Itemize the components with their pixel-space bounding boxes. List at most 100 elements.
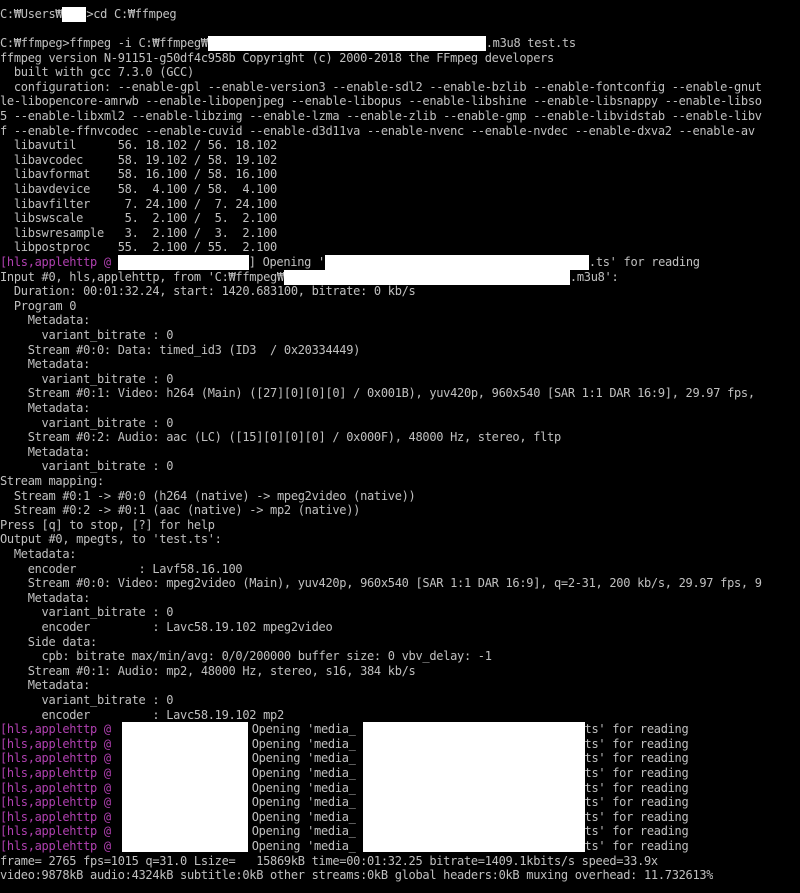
terminal-line: libavutil 56. 18.102 / 56. 18.102 xyxy=(0,138,277,152)
terminal-text: Opening 'media_ xyxy=(251,839,356,853)
terminal-line: Stream #0:2 -> #0:1 (aac (native) -> mp2… xyxy=(0,503,361,517)
terminal-line: Output #0, mpegts, to 'test.ts': xyxy=(0,532,222,546)
redacted-address-block xyxy=(122,722,248,852)
terminal-line: Stream #0:2: Audio: aac (LC) ([15][0][0]… xyxy=(0,430,561,444)
terminal-line: Stream #0:1: Audio: mp2, 48000 Hz, stere… xyxy=(0,664,416,678)
redacted-path xyxy=(207,36,486,51)
terminal-line-summary: video:9878kB audio:4324kB subtitle:0kB o… xyxy=(0,868,714,882)
terminal-line: variant_bitrate : 0 xyxy=(0,416,174,430)
terminal-line: le-libopencore-amrwb --enable-libopenjpe… xyxy=(0,94,762,108)
terminal-text: Opening 'media_ xyxy=(251,722,356,736)
terminal-text: Opening 'media_ xyxy=(251,781,356,795)
terminal-line: libswresample 3. 2.100 / 3. 2.100 xyxy=(0,226,277,240)
terminal-text: .ts' for reading xyxy=(577,795,689,809)
terminal-line: f --enable-ffnvcodec --enable-cuvid --en… xyxy=(0,124,755,138)
hls-prefix: [hls,applehttp @ xyxy=(0,722,118,736)
terminal-line: libavformat 58. 16.100 / 58. 16.100 xyxy=(0,167,277,181)
terminal-line: Side data: xyxy=(0,635,97,649)
terminal-line: Metadata: xyxy=(0,357,91,371)
terminal-text: Opening 'media_ xyxy=(251,824,356,838)
terminal-text: .ts' for reading xyxy=(577,722,689,736)
terminal-line-hls-segment: [hls,applehttp @ Opening 'media_ .ts' for… xyxy=(0,839,688,854)
terminal-text: .ts' for reading xyxy=(577,839,689,853)
hls-prefix: [hls,applehttp @ xyxy=(0,824,118,838)
terminal-text: .ts' for reading xyxy=(577,810,689,824)
terminal-text: .ts' for reading xyxy=(588,255,700,269)
terminal-text: .ts' for reading xyxy=(577,751,689,765)
terminal-line-hls-segment: [hls,applehttp @ Opening 'media_ .ts' for… xyxy=(0,781,688,796)
terminal-text: Opening 'media_ xyxy=(251,795,356,809)
terminal-line: libavcodec 58. 19.102 / 58. 19.102 xyxy=(0,153,277,167)
terminal-line: encoder : Lavc58.19.102 mpeg2video xyxy=(0,620,333,634)
terminal-line: Stream #0:1 -> #0:0 (h264 (native) -> mp… xyxy=(0,489,416,503)
terminal-line-progress: frame= 2765 fps=1015 q=31.0 Lsize= 15869… xyxy=(0,854,658,868)
terminal-line-command: C:₩ffmpeg>ffmpeg -i C:₩ffmpeg₩ .m3u8 test… xyxy=(0,36,576,51)
hls-prefix: [hls,applehttp @ xyxy=(0,839,118,853)
terminal-line: libswscale 5. 2.100 / 5. 2.100 xyxy=(0,211,277,225)
hls-prefix: [hls,applehttp @ xyxy=(0,795,118,809)
terminal-text: .ts' for reading xyxy=(577,824,689,838)
hls-prefix: [hls,applehttp @ xyxy=(0,751,118,765)
terminal-text: .ts' for reading xyxy=(577,737,689,751)
terminal-text: >cd C:₩ffmpeg xyxy=(86,7,177,21)
terminal-line-hls-segment: [hls,applehttp @ Opening 'media_ .ts' for… xyxy=(0,722,688,737)
redacted-filename-block xyxy=(363,722,585,852)
terminal-line: cpb: bitrate max/min/avg: 0/0/200000 buf… xyxy=(0,649,492,663)
terminal-text: Opening 'media_ xyxy=(251,810,356,824)
redacted-path xyxy=(283,270,570,285)
terminal-line: Metadata: xyxy=(0,678,91,692)
redacted-filename xyxy=(324,255,589,270)
terminal-line: Stream #0:1: Video: h264 (Main) ([27][0]… xyxy=(0,386,755,400)
terminal-line: Stream mapping: xyxy=(0,474,104,488)
hls-prefix: [hls,applehttp @ xyxy=(0,781,118,795)
terminal-line-hls-segment: [hls,applehttp @ Opening 'media_ .ts' for… xyxy=(0,737,688,752)
terminal-line: libavfilter 7. 24.100 / 7. 24.100 xyxy=(0,197,277,211)
redacted-username xyxy=(62,7,87,22)
terminal-line: variant_bitrate : 0 xyxy=(0,459,174,473)
terminal-line: Stream #0:0: Video: mpeg2video (Main), y… xyxy=(0,576,762,590)
terminal-window[interactable]: C:₩Users₩ >cd C:₩ffmpeg C:₩ffmpeg>ffmpeg … xyxy=(0,0,800,893)
terminal-text: C:₩ffmpeg>ffmpeg -i C:₩ffmpeg₩ xyxy=(0,36,208,50)
terminal-line: libavdevice 58. 4.100 / 58. 4.100 xyxy=(0,182,277,196)
redacted-address xyxy=(117,255,249,270)
terminal-line-hls-segment: [hls,applehttp @ Opening 'media_ .ts' for… xyxy=(0,795,688,810)
hls-prefix: [hls,applehttp @ xyxy=(0,810,118,824)
hls-prefix: [hls,applehttp @ xyxy=(0,766,118,780)
terminal-line-hls-segment: [hls,applehttp @ Opening 'media_ .ts' for… xyxy=(0,751,688,766)
terminal-line: ffmpeg version N-91151-g50df4c958b Copyr… xyxy=(0,51,554,65)
terminal-line: variant_bitrate : 0 xyxy=(0,605,174,619)
terminal-text: C:₩Users₩ xyxy=(0,7,63,21)
terminal-line: Stream #0:0: Data: timed_id3 (ID3 / 0x20… xyxy=(0,343,361,357)
terminal-line: Metadata: xyxy=(0,401,91,415)
terminal-text: Opening 'media_ xyxy=(251,766,356,780)
terminal-line: Duration: 00:01:32.24, start: 1420.68310… xyxy=(0,284,416,298)
terminal-line: variant_bitrate : 0 xyxy=(0,328,174,342)
terminal-line: encoder : Lavc58.19.102 mp2 xyxy=(0,708,284,722)
terminal-text: .ts' for reading xyxy=(577,766,689,780)
terminal-line: built with gcc 7.3.0 (GCC) xyxy=(0,65,194,79)
terminal-text: .m3u8 test.ts xyxy=(485,36,576,50)
terminal-line-hls-segment: [hls,applehttp @ Opening 'media_ .ts' for… xyxy=(0,824,688,839)
terminal-text: Opening 'media_ xyxy=(251,751,356,765)
hls-prefix: [hls,applehttp @ xyxy=(0,255,118,269)
terminal-line-input: Input #0, hls,applehttp, from 'C:₩ffmpeg… xyxy=(0,270,618,285)
terminal-line-hls-segment: [hls,applehttp @ Opening 'media_ .ts' for… xyxy=(0,810,688,825)
terminal-line: Metadata: xyxy=(0,547,77,561)
terminal-line: Press [q] to stop, [?] for help xyxy=(0,518,215,532)
terminal-line-hls-open: [hls,applehttp @ ] Opening ' .ts' for rea… xyxy=(0,255,700,270)
terminal-text: Opening 'media_ xyxy=(251,737,356,751)
hls-prefix: [hls,applehttp @ xyxy=(0,737,118,751)
terminal-line: variant_bitrate : 0 xyxy=(0,693,174,707)
terminal-line: Metadata: xyxy=(0,445,91,459)
terminal-text: ] Opening ' xyxy=(248,255,325,269)
terminal-line: configuration: --enable-gpl --enable-ver… xyxy=(0,80,762,94)
terminal-line: libpostproc 55. 2.100 / 55. 2.100 xyxy=(0,240,277,254)
terminal-text: .m3u8': xyxy=(569,270,619,284)
terminal-line: encoder : Lavf58.16.100 xyxy=(0,562,243,576)
terminal-line: 5 --enable-libxml2 --enable-libzimg --en… xyxy=(0,109,762,123)
terminal-line-prompt-user: C:₩Users₩ >cd C:₩ffmpeg xyxy=(0,7,176,22)
terminal-line-hls-segment: [hls,applehttp @ Opening 'media_ .ts' for… xyxy=(0,766,688,781)
terminal-line: variant_bitrate : 0 xyxy=(0,372,174,386)
terminal-text: Input #0, hls,applehttp, from 'C:₩ffmpeg… xyxy=(0,270,284,284)
terminal-text: .ts' for reading xyxy=(577,781,689,795)
